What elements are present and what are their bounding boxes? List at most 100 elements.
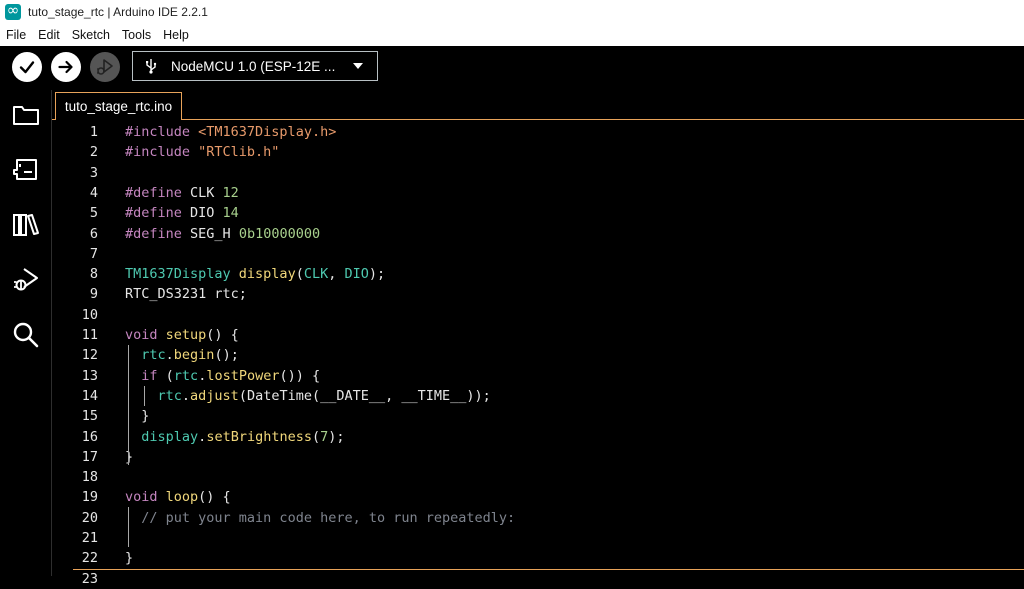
debug-sidebar-button[interactable] — [11, 265, 41, 295]
code-text: rtc.begin(); — [141, 347, 239, 364]
code-line[interactable]: 16 display.setBrightness(7); — [52, 427, 1024, 447]
upload-button[interactable] — [51, 52, 81, 82]
code-line[interactable]: 15 } — [52, 406, 1024, 426]
line-number: 22 — [81, 550, 98, 567]
editor-tab-bar: tuto_stage_rtc.ino — [52, 90, 1024, 120]
indent-guide — [128, 507, 129, 547]
debug-button[interactable] — [90, 52, 120, 82]
library-icon — [13, 214, 39, 236]
verify-icon — [19, 61, 35, 74]
line-number: 8 — [89, 266, 98, 283]
code-line[interactable]: 14 rtc.adjust(DateTime(__DATE__, __TIME_… — [52, 386, 1024, 406]
toolbar: NodeMCU 1.0 (ESP-12E ... — [0, 46, 1024, 90]
line-number: 17 — [81, 448, 98, 465]
tab-label: tuto_stage_rtc.ino — [64, 99, 173, 114]
arduino-logo-icon — [5, 1, 21, 20]
line-number: 21 — [81, 530, 98, 546]
line-number: 6 — [89, 225, 98, 242]
line-number: 7 — [89, 245, 98, 262]
line-number: 18 — [81, 469, 98, 486]
boards-manager-icon — [13, 159, 37, 180]
menu-edit[interactable]: Edit — [32, 28, 66, 42]
code-line[interactable]: 20 // put your main code here, to run re… — [52, 508, 1024, 528]
code-line[interactable]: 12 rtc.begin(); — [52, 345, 1024, 365]
debug-icon — [97, 59, 113, 75]
library-manager-button[interactable] — [11, 210, 41, 240]
menu-tools[interactable]: Tools — [116, 28, 157, 42]
code-text: } — [125, 448, 134, 465]
line-number: 15 — [81, 408, 98, 425]
line-number: 3 — [89, 164, 98, 181]
line-number: 5 — [89, 205, 98, 222]
line-number: 12 — [81, 347, 98, 364]
code-text: #define DIO 14 — [125, 205, 239, 222]
usb-icon — [145, 58, 159, 74]
line-number: 4 — [89, 184, 98, 201]
line-number: 14 — [81, 387, 98, 404]
code-text: #define SEG_H 0b10000000 — [125, 225, 321, 242]
line-number: 2 — [89, 144, 98, 161]
code-line[interactable]: 8 TM1637Display display(CLK, DIO); — [52, 264, 1024, 284]
code-line[interactable]: 23 — [52, 569, 1024, 589]
code-line[interactable]: 7 — [52, 244, 1024, 264]
line-number: 10 — [81, 306, 98, 323]
sketchbook-button[interactable] — [11, 100, 41, 130]
code-line[interactable]: 11 void setup() { — [52, 325, 1024, 345]
code-text: #include <TM1637Display.h> — [125, 124, 337, 140]
tab-tuto-stage-rtc[interactable]: tuto_stage_rtc.ino — [55, 92, 182, 120]
line-number: 1 — [89, 124, 98, 140]
search-button[interactable] — [11, 320, 41, 350]
code-text: void loop() { — [125, 489, 231, 506]
line-number: 20 — [81, 509, 98, 526]
title-bar: tuto_stage_rtc | Arduino IDE 2.2.1 — [0, 0, 1024, 24]
code-line[interactable]: 10 — [52, 305, 1024, 325]
verify-button[interactable] — [12, 52, 42, 82]
code-text: } — [125, 550, 134, 567]
folder-icon — [13, 106, 39, 125]
board-name: NodeMCU 1.0 (ESP-12E ... — [171, 58, 336, 74]
chevron-down-icon — [353, 63, 363, 69]
code-line[interactable]: 5 #define DIO 14 — [52, 203, 1024, 223]
code-line[interactable]: 19 void loop() { — [52, 487, 1024, 507]
code-text: #define CLK 12 — [125, 184, 239, 201]
code-line[interactable]: 22} — [52, 548, 1024, 568]
code-text: RTC_DS3231 rtc; — [125, 286, 247, 303]
code-line[interactable]: 6 #define SEG_H 0b10000000 — [52, 224, 1024, 244]
code-text: #include "RTClib.h" — [125, 144, 280, 161]
code-text: TM1637Display display(CLK, DIO); — [125, 266, 386, 283]
search-icon — [13, 322, 39, 348]
window-title: tuto_stage_rtc | Arduino IDE 2.2.1 — [28, 5, 208, 19]
code-editor[interactable]: 1 #include <TM1637Display.h> 2 #include "RT… — [52, 120, 1024, 587]
line-number: 9 — [89, 286, 98, 303]
code-text: if (rtc.lostPower()) { — [141, 367, 321, 384]
code-line[interactable]: 9 RTC_DS3231 rtc; — [52, 284, 1024, 304]
code-line[interactable]: 17} — [52, 447, 1024, 467]
code-text: void setup() { — [125, 327, 239, 343]
menu-help[interactable]: Help — [157, 28, 195, 42]
board-selector[interactable]: NodeMCU 1.0 (ESP-12E ... — [132, 51, 378, 81]
code-text: // put your main code here, to run repea… — [141, 509, 516, 526]
upload-icon — [58, 60, 73, 74]
code-line[interactable]: 3 — [52, 163, 1024, 183]
code-text: rtc.adjust(DateTime(__DATE__, __TIME__))… — [157, 387, 491, 404]
line-number: 16 — [81, 428, 98, 445]
code-line[interactable]: 18 — [52, 467, 1024, 487]
line-number: 19 — [81, 489, 98, 506]
line-number: 11 — [81, 327, 98, 343]
code-line[interactable]: 2 #include "RTClib.h" — [52, 142, 1024, 162]
code-line[interactable]: 4 #define CLK 12 — [52, 183, 1024, 203]
current-line-highlight — [73, 569, 1024, 570]
code-line[interactable]: 21 — [52, 528, 1024, 548]
line-number: 13 — [81, 367, 98, 384]
code-line[interactable]: 13 if (rtc.lostPower()) { — [52, 366, 1024, 386]
debug-sidebar-icon — [14, 268, 38, 291]
code-line[interactable]: 1 #include <TM1637Display.h> — [52, 122, 1024, 142]
menu-file[interactable]: File — [0, 28, 32, 42]
sidebar — [0, 90, 52, 576]
code-text: display.setBrightness(7); — [141, 428, 345, 445]
boards-manager-button[interactable] — [11, 155, 41, 185]
indent-guide — [144, 386, 145, 406]
line-number: 23 — [81, 570, 98, 587]
menu-sketch[interactable]: Sketch — [66, 28, 116, 42]
menu-bar: File Edit Sketch Tools Help — [0, 24, 1024, 46]
